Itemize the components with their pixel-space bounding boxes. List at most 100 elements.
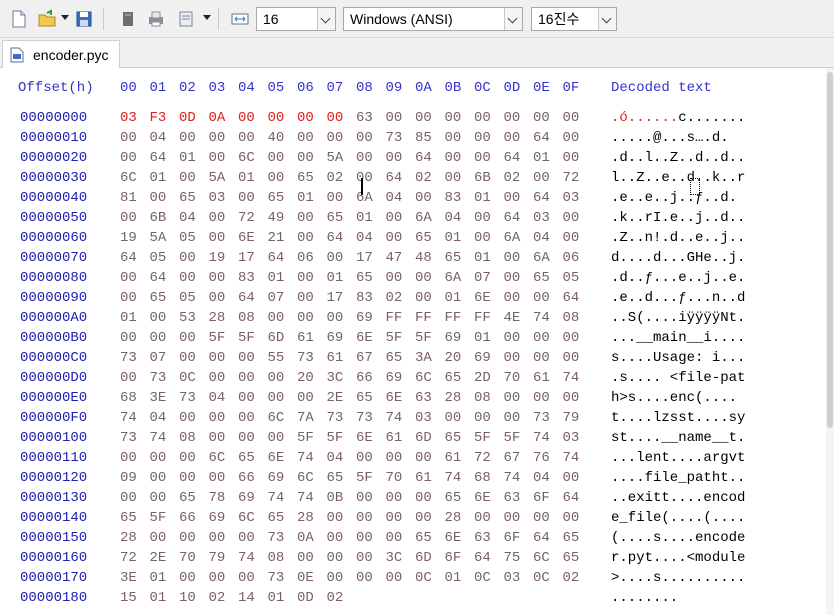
hex-byte[interactable]: 00 bbox=[297, 290, 314, 306]
hex-byte[interactable]: 6E bbox=[238, 230, 255, 246]
hex-byte[interactable]: 00 bbox=[474, 150, 491, 166]
hex-byte[interactable]: 28 bbox=[209, 310, 226, 326]
hex-byte[interactable]: 6F bbox=[533, 490, 550, 506]
hex-byte[interactable]: 20 bbox=[445, 350, 462, 366]
hex-byte[interactable]: 66 bbox=[179, 510, 196, 526]
hex-byte[interactable]: 63 bbox=[504, 490, 521, 506]
hex-byte[interactable]: 65 bbox=[563, 550, 580, 566]
hex-byte[interactable]: 00 bbox=[268, 370, 285, 386]
hex-byte[interactable]: 00 bbox=[445, 110, 462, 126]
hex-byte[interactable]: 0A bbox=[209, 110, 226, 126]
hex-byte[interactable]: 0C bbox=[474, 570, 491, 586]
hex-byte[interactable]: 01 bbox=[179, 150, 196, 166]
hex-byte[interactable]: 01 bbox=[474, 190, 491, 206]
hex-byte[interactable]: 04 bbox=[150, 410, 167, 426]
hex-byte[interactable]: 73 bbox=[356, 410, 373, 426]
hex-byte[interactable]: 5F bbox=[415, 330, 432, 346]
hex-byte[interactable]: 65 bbox=[179, 190, 196, 206]
hex-byte[interactable]: 00 bbox=[238, 430, 255, 446]
hex-byte[interactable]: 64 bbox=[563, 490, 580, 506]
hex-byte[interactable]: 00 bbox=[150, 470, 167, 486]
hex-byte[interactable]: 5A bbox=[209, 170, 226, 186]
hex-byte[interactable]: 03 bbox=[120, 110, 137, 126]
decoded-text[interactable]: r.pyt....<module bbox=[611, 550, 745, 566]
hex-byte[interactable]: 4E bbox=[504, 310, 521, 326]
hex-byte[interactable]: 00 bbox=[209, 290, 226, 306]
decoded-text[interactable]: t....lzsst....sy bbox=[611, 410, 745, 426]
hex-byte[interactable]: 00 bbox=[386, 230, 403, 246]
hex-byte[interactable]: 00 bbox=[386, 450, 403, 466]
hex-byte[interactable]: 69 bbox=[445, 330, 462, 346]
hex-byte[interactable]: 73 bbox=[386, 130, 403, 146]
hex-byte[interactable]: 74 bbox=[150, 430, 167, 446]
hex-byte[interactable]: 66 bbox=[238, 470, 255, 486]
hex-byte[interactable]: 6C bbox=[415, 370, 432, 386]
hex-byte[interactable]: 3C bbox=[327, 370, 344, 386]
hex-byte[interactable]: 64 bbox=[150, 150, 167, 166]
encoding-select[interactable]: Windows (ANSI) bbox=[343, 7, 523, 31]
hex-byte[interactable]: 00 bbox=[386, 510, 403, 526]
hex-byte[interactable]: 00 bbox=[209, 350, 226, 366]
hex-byte[interactable]: 73 bbox=[297, 350, 314, 366]
hex-byte[interactable]: 64 bbox=[238, 290, 255, 306]
hex-byte[interactable]: 00 bbox=[179, 130, 196, 146]
decoded-text[interactable]: (....s....encode bbox=[611, 530, 745, 546]
decoded-text[interactable]: l..Z..e..d..k..r bbox=[611, 170, 745, 186]
hex-byte[interactable]: 64 bbox=[150, 270, 167, 286]
hex-byte[interactable]: 6E bbox=[386, 390, 403, 406]
columns-icon[interactable] bbox=[230, 9, 250, 29]
hex-byte[interactable]: 00 bbox=[297, 150, 314, 166]
hex-byte[interactable]: 00 bbox=[356, 490, 373, 506]
hex-byte[interactable]: F3 bbox=[150, 110, 167, 126]
hex-byte[interactable]: 00 bbox=[474, 110, 491, 126]
hex-byte[interactable]: 17 bbox=[356, 250, 373, 266]
hex-byte[interactable]: 00 bbox=[445, 170, 462, 186]
hex-byte[interactable]: 01 bbox=[150, 570, 167, 586]
hex-byte[interactable]: 00 bbox=[504, 390, 521, 406]
hex-byte[interactable]: 00 bbox=[563, 470, 580, 486]
hex-byte[interactable]: 5F bbox=[238, 330, 255, 346]
hex-byte[interactable]: 00 bbox=[297, 550, 314, 566]
hex-byte[interactable]: 00 bbox=[474, 210, 491, 226]
hex-byte[interactable]: 65 bbox=[327, 210, 344, 226]
hex-byte[interactable]: 73 bbox=[120, 430, 137, 446]
decoded-text[interactable]: ....file_patht.. bbox=[611, 470, 745, 486]
hex-byte[interactable]: 01 bbox=[238, 170, 255, 186]
hex-byte[interactable]: 00 bbox=[386, 490, 403, 506]
hex-byte[interactable]: 70 bbox=[179, 550, 196, 566]
hex-byte[interactable]: 00 bbox=[179, 530, 196, 546]
hex-byte[interactable]: 00 bbox=[297, 390, 314, 406]
hex-byte[interactable]: 65 bbox=[415, 530, 432, 546]
hex-byte[interactable]: 10 bbox=[179, 590, 196, 606]
hex-byte[interactable]: 5F bbox=[356, 470, 373, 486]
hex-byte[interactable]: 65 bbox=[445, 250, 462, 266]
hex-byte[interactable]: 61 bbox=[445, 450, 462, 466]
hex-byte[interactable]: 00 bbox=[504, 330, 521, 346]
hex-byte[interactable]: 63 bbox=[474, 530, 491, 546]
hex-byte[interactable]: 61 bbox=[533, 370, 550, 386]
hex-byte[interactable]: 64 bbox=[533, 190, 550, 206]
hex-byte[interactable]: 03 bbox=[563, 190, 580, 206]
hex-byte[interactable]: 68 bbox=[120, 390, 137, 406]
hex-byte[interactable]: 0B bbox=[327, 490, 344, 506]
hex-byte[interactable]: 00 bbox=[297, 270, 314, 286]
hex-byte[interactable]: 65 bbox=[120, 510, 137, 526]
hex-byte[interactable]: 15 bbox=[120, 590, 137, 606]
hex-byte[interactable]: 72 bbox=[238, 210, 255, 226]
hex-byte[interactable]: 01 bbox=[150, 170, 167, 186]
decoded-text[interactable]: .....@...s….d. bbox=[611, 130, 729, 146]
tab-encoder-pyc[interactable]: encoder.pyc bbox=[2, 40, 120, 68]
hex-byte[interactable]: 6C bbox=[120, 170, 137, 186]
hex-byte[interactable]: 01 bbox=[533, 150, 550, 166]
hex-byte[interactable]: 67 bbox=[356, 350, 373, 366]
hex-byte[interactable]: 00 bbox=[533, 110, 550, 126]
hex-byte[interactable]: 08 bbox=[238, 310, 255, 326]
hex-byte[interactable]: 00 bbox=[179, 410, 196, 426]
hex-byte[interactable]: 69 bbox=[356, 310, 373, 326]
hex-byte[interactable]: 00 bbox=[533, 290, 550, 306]
hex-byte[interactable]: 00 bbox=[563, 130, 580, 146]
hex-byte[interactable]: 69 bbox=[386, 370, 403, 386]
hex-byte[interactable]: 65 bbox=[268, 510, 285, 526]
hex-byte[interactable]: 01 bbox=[445, 230, 462, 246]
hex-byte[interactable]: 3C bbox=[386, 550, 403, 566]
